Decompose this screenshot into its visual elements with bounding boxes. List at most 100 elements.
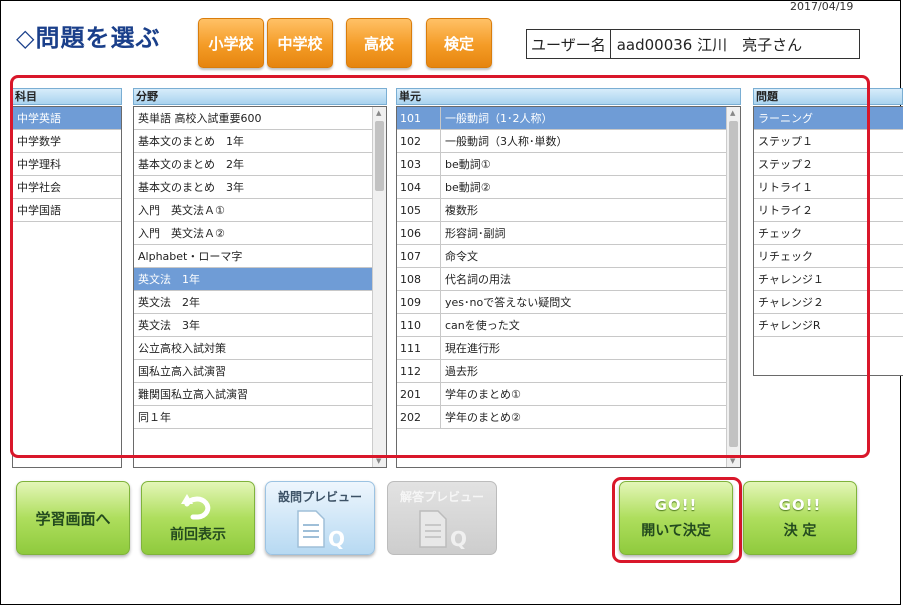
problem-list-item[interactable]: ステップ２	[754, 153, 903, 176]
date-display: 2017/04/19	[790, 0, 854, 13]
question-preview-button[interactable]: 設問プレビュー Q	[265, 481, 375, 555]
problem-list-item[interactable]: ラーニング	[754, 107, 903, 130]
field-list-item[interactable]: 国私立高入試演習	[134, 360, 372, 383]
problem-list-item[interactable]: リトライ１	[754, 176, 903, 199]
field-list-scrollbar[interactable]: ▲ ▼	[372, 107, 386, 467]
field-list-item[interactable]: 入門 英文法Ａ①	[134, 199, 372, 222]
unit-list-item[interactable]: 106 形容詞･副詞	[397, 222, 726, 245]
problem-list-item-label: リチェック	[758, 250, 813, 263]
field-list-item[interactable]: Alphabet・ローマ字	[134, 245, 372, 268]
unit-list-item[interactable]: 103 be動詞①	[397, 153, 726, 176]
problem-list-item[interactable]: チャレンジR	[754, 314, 903, 337]
unit-name: be動詞①	[445, 158, 491, 171]
subject-list-item[interactable]: 中学数学	[13, 130, 121, 153]
previous-display-button[interactable]: 前回表示	[141, 481, 255, 555]
field-list-item-label: 国私立高入試演習	[138, 365, 226, 378]
field-list-item-label: 基本文のまとめ 3年	[138, 181, 244, 194]
unit-name: yes･noで答えない疑問文	[445, 296, 572, 309]
go-decide-label-top: GO!!	[778, 496, 822, 514]
unit-list-item[interactable]: 105 複数形	[397, 199, 726, 222]
unit-code: 201	[397, 383, 441, 405]
document-preview-icon: Q	[297, 510, 345, 549]
field-list-item[interactable]: 基本文のまとめ 1年	[134, 130, 372, 153]
problem-list-item-label: ステップ１	[758, 135, 813, 148]
problem-list-item[interactable]: ステップ１	[754, 130, 903, 153]
unit-list-item[interactable]: 107 命令文	[397, 245, 726, 268]
subject-list-item-label: 中学数学	[17, 135, 61, 148]
answer-preview-label: 解答プレビュー	[399, 490, 484, 504]
previous-display-label: 前回表示	[170, 527, 226, 543]
unit-code: 107	[397, 245, 441, 267]
scroll-thumb[interactable]	[729, 121, 738, 447]
scroll-down-icon[interactable]: ▼	[730, 457, 735, 465]
field-list-item[interactable]: 英文法 3年	[134, 314, 372, 337]
level-button-certification[interactable]: 検定	[426, 18, 492, 68]
unit-list-scrollbar[interactable]: ▲ ▼	[726, 107, 740, 467]
subject-list-item[interactable]: 中学国語	[13, 199, 121, 222]
problem-list-item-label: チャレンジ２	[758, 296, 824, 309]
problem-list-item[interactable]: チャレンジ２	[754, 291, 903, 314]
unit-code: 105	[397, 199, 441, 221]
unit-name: canを使った文	[445, 319, 520, 332]
field-list-item[interactable]: 入門 英文法Ａ②	[134, 222, 372, 245]
unit-list-item[interactable]: 109 yes･noで答えない疑問文	[397, 291, 726, 314]
problem-list-item[interactable]: リチェック	[754, 245, 903, 268]
unit-list-item[interactable]: 101 一般動詞（1･2人称）	[397, 107, 726, 130]
scroll-thumb[interactable]	[375, 121, 384, 191]
field-list-item[interactable]: 基本文のまとめ 3年	[134, 176, 372, 199]
field-list-item[interactable]: 同１年	[134, 406, 372, 429]
field-list: 英単語 高校入試重要600 基本文のまとめ 1年 基本文のまとめ 2年基本文のまとめ…	[133, 106, 387, 468]
go-open-decide-button[interactable]: GO!! 開いて決定	[619, 481, 733, 555]
field-list-item-label: Alphabet・ローマ字	[138, 250, 243, 263]
unit-code: 104	[397, 176, 441, 198]
level-button-high-school[interactable]: 高校	[346, 18, 412, 68]
problem-list: ラーニングステップ１ ステップ２ リトライ１ リトライ２ チェックリチェックチャレンジ１…	[753, 106, 903, 376]
scroll-down-icon[interactable]: ▼	[376, 457, 381, 465]
unit-list-item[interactable]: 104 be動詞②	[397, 176, 726, 199]
unit-list-item[interactable]: 108 代名詞の用法	[397, 268, 726, 291]
unit-code: 108	[397, 268, 441, 290]
unit-list-item[interactable]: 112 過去形	[397, 360, 726, 383]
go-decide-button[interactable]: GO!! 決 定	[743, 481, 857, 555]
field-list-item[interactable]: 英単語 高校入試重要600	[134, 107, 372, 130]
unit-column-header: 単元	[396, 88, 741, 105]
unit-name: 学年のまとめ②	[445, 411, 521, 424]
problem-list-item[interactable]: リトライ２	[754, 199, 903, 222]
field-list-item-label: 英文法 3年	[138, 319, 200, 332]
problem-list-item[interactable]: チェック	[754, 222, 903, 245]
user-info-box: ユーザー名 aad00036 江川 亮子さん	[526, 29, 860, 59]
subject-list-item[interactable]: 中学英語	[13, 107, 121, 130]
level-button-elementary[interactable]: 小学校	[198, 18, 264, 68]
scroll-up-icon[interactable]: ▲	[376, 109, 381, 117]
svg-text:Q: Q	[450, 527, 467, 549]
unit-list-item[interactable]: 110 canを使った文	[397, 314, 726, 337]
field-list-item[interactable]: 英文法 2年	[134, 291, 372, 314]
unit-list-item[interactable]: 201 学年のまとめ①	[397, 383, 726, 406]
field-list-item[interactable]: 難関国私立高入試演習	[134, 383, 372, 406]
go-decide-label-bottom: 決 定	[783, 523, 817, 539]
field-list-item[interactable]: 英文法 1年	[134, 268, 372, 291]
field-list-item-label: 英文法 2年	[138, 296, 200, 309]
unit-name: 過去形	[445, 365, 478, 378]
level-button-junior-high[interactable]: 中学校	[267, 18, 333, 68]
unit-list-item[interactable]: 102 一般動詞（3人称･単数）	[397, 130, 726, 153]
field-column-header: 分野	[133, 88, 387, 105]
field-list-item[interactable]: 公立高校入試対策	[134, 337, 372, 360]
scroll-up-icon[interactable]: ▲	[730, 109, 735, 117]
unit-list-item[interactable]: 111 現在進行形	[397, 337, 726, 360]
unit-name: 形容詞･副詞	[445, 227, 506, 240]
unit-list: 101 一般動詞（1･2人称） 102 一般動詞（3人称･単数） 103 be動詞① 104…	[396, 106, 741, 468]
subject-list-item[interactable]: 中学社会	[13, 176, 121, 199]
unit-code: 102	[397, 130, 441, 152]
field-list-item[interactable]: 基本文のまとめ 2年	[134, 153, 372, 176]
subject-list-item[interactable]: 中学理科	[13, 153, 121, 176]
problem-list-item[interactable]: チャレンジ１	[754, 268, 903, 291]
problem-list-item-label: チャレンジR	[758, 319, 821, 332]
field-list-item-label: 入門 英文法Ａ①	[138, 204, 225, 217]
answer-preview-button[interactable]: 解答プレビュー Q	[387, 481, 497, 555]
study-screen-button[interactable]: 学習画面へ	[16, 481, 130, 555]
unit-list-item[interactable]: 202 学年のまとめ②	[397, 406, 726, 429]
unit-name: 複数形	[445, 204, 478, 217]
study-screen-label: 学習画面へ	[35, 509, 111, 528]
field-list-item-label: 英文法 1年	[138, 273, 200, 286]
